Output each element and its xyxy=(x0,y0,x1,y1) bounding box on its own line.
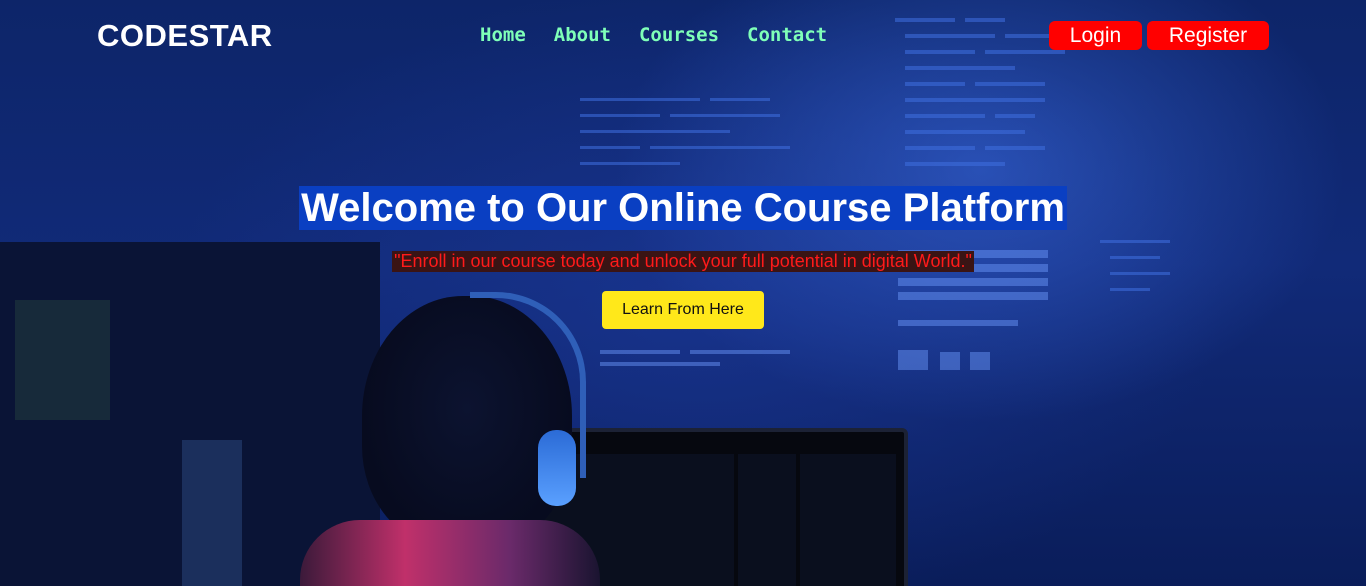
nav-link-courses[interactable]: Courses xyxy=(639,24,719,46)
hero-subtitle-wrap: "Enroll in our course today and unlock y… xyxy=(0,251,1366,272)
binder xyxy=(182,440,242,586)
hero-title-wrap: Welcome to Our Online Course Platform xyxy=(0,186,1366,230)
person-shoulders xyxy=(300,520,600,586)
hero-title: Welcome to Our Online Course Platform xyxy=(299,186,1067,230)
hero-section: CODESTAR Home About Courses Contact Logi… xyxy=(0,0,1366,586)
login-button[interactable]: Login xyxy=(1049,21,1142,50)
nav-link-contact[interactable]: Contact xyxy=(747,24,827,46)
top-navbar: CODESTAR Home About Courses Contact Logi… xyxy=(0,0,1366,72)
site-logo[interactable]: CODESTAR xyxy=(97,18,273,54)
learn-from-here-button[interactable]: Learn From Here xyxy=(602,291,764,329)
nav-link-about[interactable]: About xyxy=(554,24,611,46)
headphone-icon xyxy=(538,430,576,506)
hero-subtitle: "Enroll in our course today and unlock y… xyxy=(392,251,974,272)
nav-link-home[interactable]: Home xyxy=(480,24,526,46)
binder xyxy=(15,300,110,420)
nav-menu: Home About Courses Contact xyxy=(480,24,855,46)
register-button[interactable]: Register xyxy=(1147,21,1269,50)
file-tree-pane xyxy=(738,454,796,586)
graph-pane xyxy=(800,454,896,586)
